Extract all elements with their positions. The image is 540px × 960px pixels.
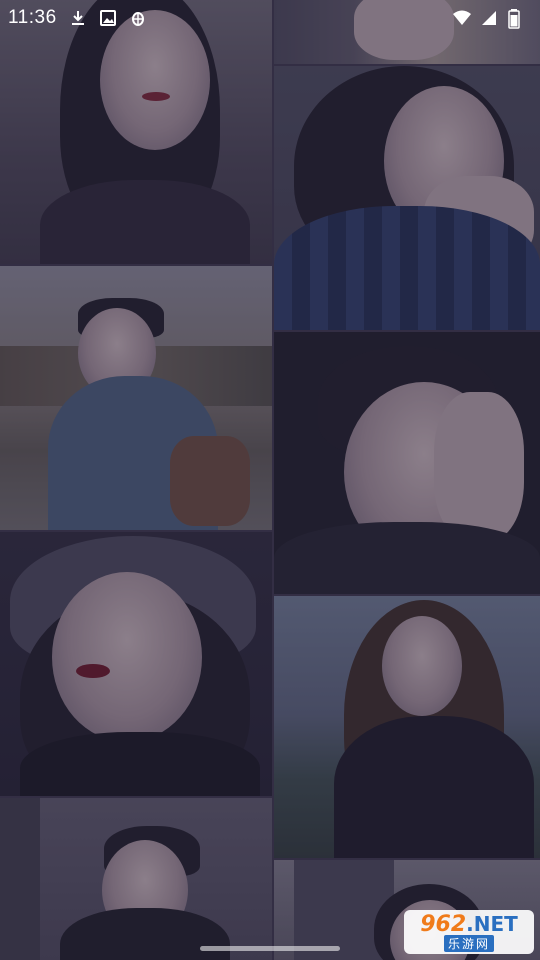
gallery-photo-3[interactable] — [0, 266, 272, 530]
photo-gallery-grid — [0, 0, 540, 960]
gallery-photo-7[interactable] — [0, 798, 272, 960]
image-icon — [99, 9, 117, 27]
download-icon — [69, 9, 87, 27]
gallery-photo-6[interactable] — [274, 596, 540, 858]
status-bar: 11:36 — [0, 0, 540, 36]
gallery-photo-2[interactable] — [274, 66, 540, 330]
wifi-icon — [452, 9, 471, 27]
gesture-nav-handle[interactable] — [200, 946, 340, 951]
gallery-photo-4[interactable] — [274, 332, 540, 594]
watermark-brand: 962 .NET — [420, 912, 518, 937]
status-time: 11:36 — [8, 7, 57, 28]
bug-icon — [129, 9, 147, 27]
watermark-domain: .NET — [466, 912, 518, 936]
status-right — [452, 9, 526, 29]
gallery-photo-1[interactable] — [0, 0, 272, 264]
signal-icon — [480, 9, 498, 27]
watermark-chinese: 乐游网 — [443, 935, 494, 952]
watermark-number: 962 — [420, 912, 467, 937]
watermark-logo: 962 .NET 乐游网 — [404, 910, 534, 954]
status-left: 11:36 — [8, 7, 147, 29]
battery-icon — [508, 9, 526, 29]
gallery-photo-5[interactable] — [0, 532, 272, 796]
